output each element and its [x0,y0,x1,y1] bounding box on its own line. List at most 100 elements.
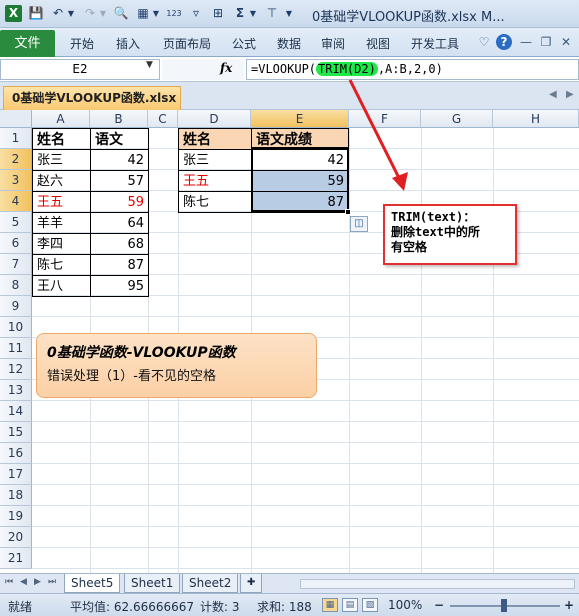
cell-b6[interactable]: 68 [90,233,149,255]
cell-b4[interactable]: 59 [90,191,149,213]
row-header-16[interactable]: 16 [0,443,32,464]
column-header-h[interactable]: H [493,110,579,128]
row-header-14[interactable]: 14 [0,401,32,422]
align-icon[interactable]: ⊤ [264,5,280,22]
zoom-level[interactable]: 100% [388,598,422,612]
page-break-view-icon[interactable]: ▧ [362,598,378,612]
cell-d2[interactable]: 张三 [178,149,252,171]
customize-toolbar-icon[interactable]: ▼ [284,5,294,22]
page-layout-view-icon[interactable]: ▤ [342,598,358,612]
cell-a5[interactable]: 羊羊 [32,212,91,234]
row-header-19[interactable]: 19 [0,506,32,527]
workbook-next-icon[interactable]: ▶ [566,89,574,100]
formula-input[interactable]: =VLOOKUP(TRIM(D2) ,A:B,2,0) [246,59,579,80]
undo-dropdown-icon[interactable]: ▼ [66,5,76,22]
workbook-prev-icon[interactable]: ◀ [549,89,557,100]
row-header-21[interactable]: 21 [0,548,32,569]
zoom-in-icon[interactable]: + [564,598,574,612]
zoom-slider-thumb[interactable] [501,599,507,612]
column-header-g[interactable]: G [421,110,493,128]
help-icon[interactable]: ? [496,34,512,50]
column-header-f[interactable]: F [349,110,421,128]
next-sheet-icon[interactable]: ▶ [34,577,41,587]
save-icon[interactable]: 💾 [28,5,44,22]
row-header-1[interactable]: 1 [0,128,32,149]
worksheet-grid[interactable]: A B C D E F G H 1 2 3 4 5 6 7 8 9 10 11 12 13 14 15 16 1… [0,110,579,573]
window-restore-icon[interactable]: ❐ [538,34,554,50]
column-header-a[interactable]: A [32,110,90,128]
cell-b3[interactable]: 57 [90,170,149,192]
column-header-c[interactable]: C [148,110,178,128]
sheet-tab-sheet2[interactable]: Sheet2 [182,574,239,593]
insert-function-button[interactable]: fx [220,61,232,75]
undo-icon[interactable]: ↶ [50,5,66,22]
paste-options-icon[interactable]: ◫ [350,216,368,232]
horizontal-scrollbar[interactable] [300,579,575,589]
zoom-out-icon[interactable]: − [434,598,444,612]
header-score-e[interactable]: 语文成绩 [251,128,349,150]
cell-a2[interactable]: 张三 [32,149,91,171]
column-header-e[interactable]: E [251,110,349,128]
tab-page-layout[interactable]: 页面布局 [163,35,211,52]
filter-icon[interactable]: ▿ [188,5,204,22]
prev-sheet-icon[interactable]: ◀ [20,577,27,587]
row-header-12[interactable]: 12 [0,359,32,380]
cell-d3[interactable]: 王五 [178,170,252,192]
tab-data[interactable]: 数据 [277,35,301,52]
workbook-tab[interactable]: 0基础学VLOOKUP函数.xlsx [3,86,181,110]
autosum-icon[interactable]: Σ [232,5,248,22]
name-box-dropdown-icon[interactable]: ▼ [146,60,153,70]
cell-a4[interactable]: 王五 [32,191,91,213]
row-header-20[interactable]: 20 [0,527,32,548]
tab-developer[interactable]: 开发工具 [411,35,459,52]
redo-icon[interactable]: ↷ [82,5,98,22]
name-box[interactable]: E2 [0,59,160,80]
cell-a3[interactable]: 赵六 [32,170,91,192]
row-header-9[interactable]: 9 [0,296,32,317]
row-header-13[interactable]: 13 [0,380,32,401]
tab-review[interactable]: 审阅 [321,35,345,52]
row-header-15[interactable]: 15 [0,422,32,443]
row-header-8[interactable]: 8 [0,275,32,296]
row-header-6[interactable]: 6 [0,233,32,254]
last-sheet-icon[interactable]: ⏭ [48,577,56,587]
header-name-d[interactable]: 姓名 [178,128,252,150]
row-header-4[interactable]: 4 [0,191,32,212]
window-close-icon[interactable]: ✕ [558,34,574,50]
print-preview-icon[interactable]: 🔍 [113,5,129,22]
row-header-5[interactable]: 5 [0,212,32,233]
cell-a6[interactable]: 李四 [32,233,91,255]
header-chinese-b[interactable]: 语文 [90,128,149,150]
redo-dropdown-icon[interactable]: ▼ [98,5,108,22]
row-header-3[interactable]: 3 [0,170,32,191]
column-header-b[interactable]: B [90,110,148,128]
tab-home[interactable]: 开始 [70,35,94,52]
cell-d4[interactable]: 陈七 [178,191,252,213]
tab-file[interactable]: 文件 [0,30,55,57]
borders-icon[interactable]: ⊞ [210,5,226,22]
cell-e2[interactable]: 42 [251,149,349,171]
number-format-icon[interactable]: 123 [166,5,182,22]
row-header-7[interactable]: 7 [0,254,32,275]
cell-e4[interactable]: 87 [251,191,349,213]
tab-insert[interactable]: 插入 [116,35,140,52]
minimize-ribbon-icon[interactable]: ♡ [476,34,492,50]
format-dropdown-icon[interactable]: ▼ [151,5,161,22]
sheet-tab-sheet5[interactable]: Sheet5 [64,574,121,593]
tab-view[interactable]: 视图 [366,35,390,52]
tab-formulas[interactable]: 公式 [232,35,256,52]
cell-e3[interactable]: 59 [251,170,349,192]
fill-handle[interactable] [345,209,351,215]
sheet-tab-sheet1[interactable]: Sheet1 [124,574,181,593]
autosum-dropdown-icon[interactable]: ▼ [248,5,258,22]
column-header-d[interactable]: D [178,110,251,128]
row-header-11[interactable]: 11 [0,338,32,359]
row-header-18[interactable]: 18 [0,485,32,506]
cell-b5[interactable]: 64 [90,212,149,234]
window-minimize-icon[interactable]: — [518,34,534,50]
row-header-10[interactable]: 10 [0,317,32,338]
format-icon[interactable]: ▦ [135,5,151,22]
normal-view-icon[interactable]: ▦ [322,598,338,612]
cell-a8[interactable]: 王八 [32,275,91,297]
cell-b7[interactable]: 87 [90,254,149,276]
